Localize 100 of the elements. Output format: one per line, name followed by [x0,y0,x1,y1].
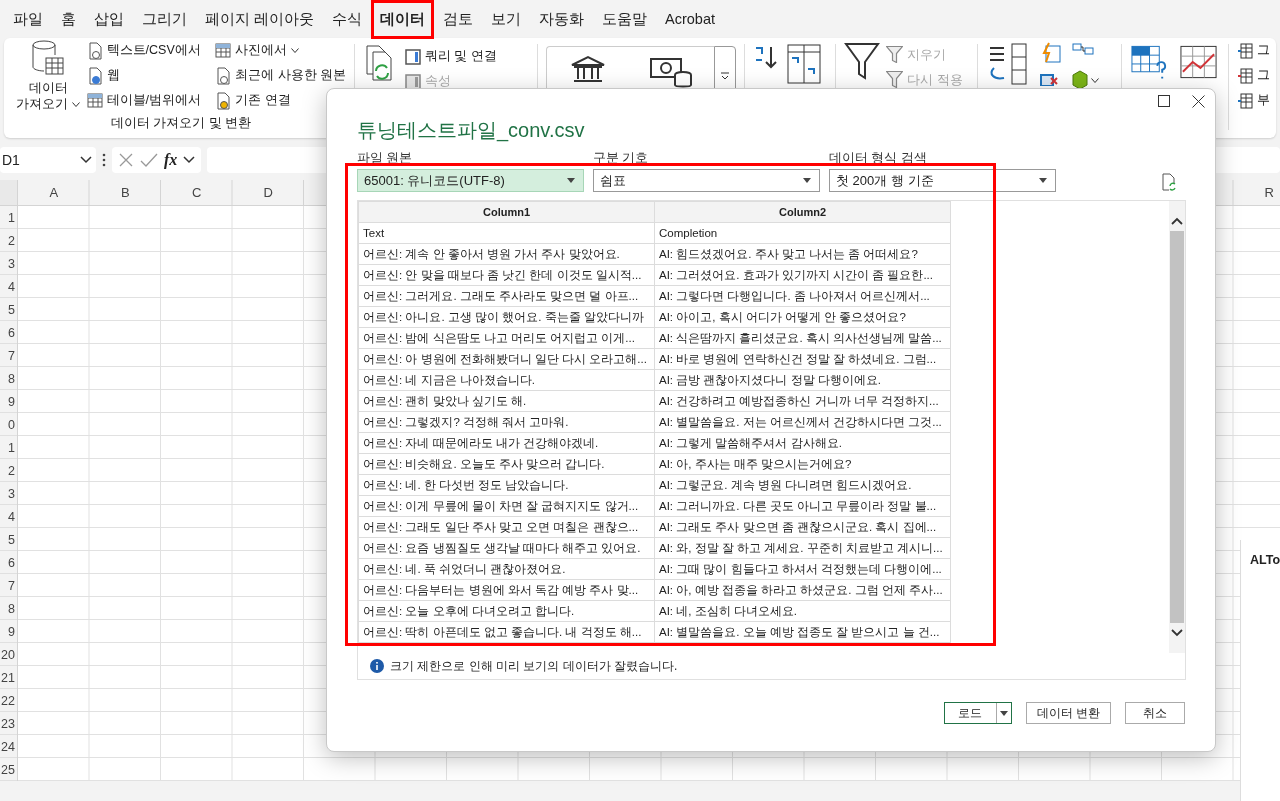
row-header[interactable]: 5 [8,302,15,317]
row-header[interactable]: 8 [8,601,15,616]
ribbon-button[interactable]: 기존 연결 [215,88,346,113]
maximize-icon[interactable] [1158,95,1170,107]
info-icon [370,659,384,673]
menu-tab[interactable]: 그리기 [133,5,196,33]
column-header[interactable]: A [49,185,59,200]
table-cell: AI: 건강하려고 예방접종하신 거니까 너무 걱정하지... [654,390,951,412]
column-header: Column1 [358,201,655,223]
dropdown-field[interactable]: 첫 200개 행 기준 [829,169,1056,192]
group-label: 데이터 가져오기 및 변환 [109,115,253,132]
remove-duplicates-icon [1040,74,1059,86]
row-header[interactable]: 1 [8,210,15,225]
column-header[interactable]: C [192,185,202,200]
row-header[interactable]: 1 [8,440,15,455]
row-header[interactable]: 7 [8,578,15,593]
row-header[interactable]: 25 [1,762,15,777]
panel-icon [404,48,421,65]
table-cell: AI: 그래도 주사 맞으면 좀 괜찮으시군요. 혹시 집에... [654,516,951,538]
row-header[interactable]: 9 [8,624,15,639]
menu-tab[interactable]: 데이터 [371,5,435,33]
table-cell: 어르신: 밤에 식은땀도 나고 머리도 어지럽고 이게... [358,327,655,349]
menu-tab[interactable]: 보기 [482,5,531,33]
menu-tab[interactable]: 자동화 [530,5,594,33]
table-cell: 어르신: 다음부터는 병원에 와서 독감 예방 주사 맞... [358,579,655,601]
row-header[interactable]: 23 [1,716,15,731]
row-header[interactable]: 2 [8,463,15,478]
filter-icon [844,42,881,82]
table-cell: AI: 그렇군요. 계속 병원 다니려면 힘드시겠어요. [654,474,951,496]
menu-tab[interactable]: 삽입 [85,5,133,33]
row-header[interactable]: 3 [8,486,15,501]
get-data-button[interactable]: 데이터 가져오기 [16,38,81,115]
document-icon [86,66,103,85]
field-label: 파일 원본 [357,151,414,165]
column-header[interactable]: D [263,185,273,200]
column-header[interactable]: R [1264,185,1274,200]
row-header[interactable]: 9 [8,394,15,409]
menu-tab[interactable]: 파일 [4,5,52,33]
menu-tab[interactable]: 도움말 [593,5,657,33]
table-cell: AI: 그러셨어요. 효과가 있기까지 시간이 좀 필요한... [654,264,951,286]
scrollbar[interactable] [1169,201,1185,653]
row-header[interactable]: 21 [1,670,15,685]
dialog-button[interactable]: 취소 [1125,702,1185,724]
row-header[interactable]: 5 [8,532,15,547]
menu-tab[interactable]: 페이지 레이아웃 [196,5,324,33]
row-header[interactable]: 6 [8,555,15,570]
ribbon-button[interactable]: 그 [1236,63,1270,88]
ribbon-button[interactable]: 그 [1236,38,1270,63]
row-header[interactable]: 24 [1,739,15,754]
chevron-down-icon [183,156,196,164]
chevron-up-icon[interactable] [1171,217,1183,225]
cancel-icon[interactable] [118,152,134,168]
ribbon-button[interactable]: 텍스트/CSV에서 [86,38,202,63]
column-header[interactable]: B [120,185,130,200]
ribbon-button[interactable]: 최근에 사용한 원본 [215,63,346,88]
menu-tab[interactable]: Acrobat [656,7,724,31]
table-cell: AI: 네, 조심히 다녀오세요. [654,600,951,622]
close-icon[interactable] [1192,95,1205,108]
name-box[interactable]: D1 [0,147,96,173]
flash-fill-icon [1040,42,1063,64]
menu-tab[interactable]: 검토 [434,5,483,33]
dialog-title: 튜닝테스트파일_conv.csv [357,118,586,144]
table-cell: AI: 그때 많이 힘들다고 하셔서 걱정했는데 다행이에... [654,558,951,580]
table-cell: AI: 와, 정말 잘 하고 계세요. 꾸준히 치료받고 계시니... [654,537,951,559]
row-header[interactable]: 3 [8,256,15,271]
ribbon-button[interactable]: 테이블/범위에서 [86,88,202,113]
table-cell: Text [358,222,655,244]
dropdown-field[interactable]: 쉼표 [593,169,820,192]
row-header[interactable]: 2 [8,233,15,248]
row-header[interactable]: 7 [8,348,15,363]
ribbon-button[interactable]: 사진에서 [215,38,346,63]
menu-tab[interactable]: 홈 [52,5,85,33]
row-header[interactable]: 22 [1,693,15,708]
insert-function-button[interactable]: fx [164,151,178,169]
data-model-icon [1072,70,1089,90]
table-cell: 어르신: 괜히 맞았나 싶기도 해. [358,390,655,412]
row-header[interactable]: 8 [8,371,15,386]
sort-table-icon [786,44,821,84]
row-header[interactable]: 20 [1,647,15,662]
row-header[interactable]: 0 [8,417,15,432]
document-icon [86,41,103,60]
table-cell: 어르신: 그렇겠지? 걱정해 줘서 고마워. [358,411,655,433]
row-header[interactable]: 4 [8,279,15,294]
ribbon-button[interactable]: 부 [1236,88,1270,113]
dropdown-field[interactable]: 65001: 유니코드(UTF-8) [357,169,584,192]
refresh-icon[interactable] [1161,173,1177,191]
ribbon-button[interactable]: 웹 [86,63,202,88]
table-cell: AI: 그러니까요. 다른 곳도 아니고 무릎이라 정말 불... [654,495,951,517]
ribbon-button[interactable]: 쿼리 및 연결 [404,44,497,69]
dialog-button[interactable]: 데이터 변환 [1025,702,1111,724]
row-header[interactable]: 4 [8,509,15,524]
menu-tab[interactable]: 수식 [323,5,372,33]
table-cell: 어르신: 네. 한 다섯번 정도 남았습니다. [358,474,655,496]
more-icon [102,153,106,167]
field-label: 구분 기호 [593,151,650,165]
panel-title: ALTo [1250,553,1280,567]
check-icon[interactable] [140,152,158,168]
row-header[interactable]: 6 [8,325,15,340]
scroll-thumb[interactable] [1170,231,1184,623]
chevron-down-icon[interactable] [1171,629,1183,637]
